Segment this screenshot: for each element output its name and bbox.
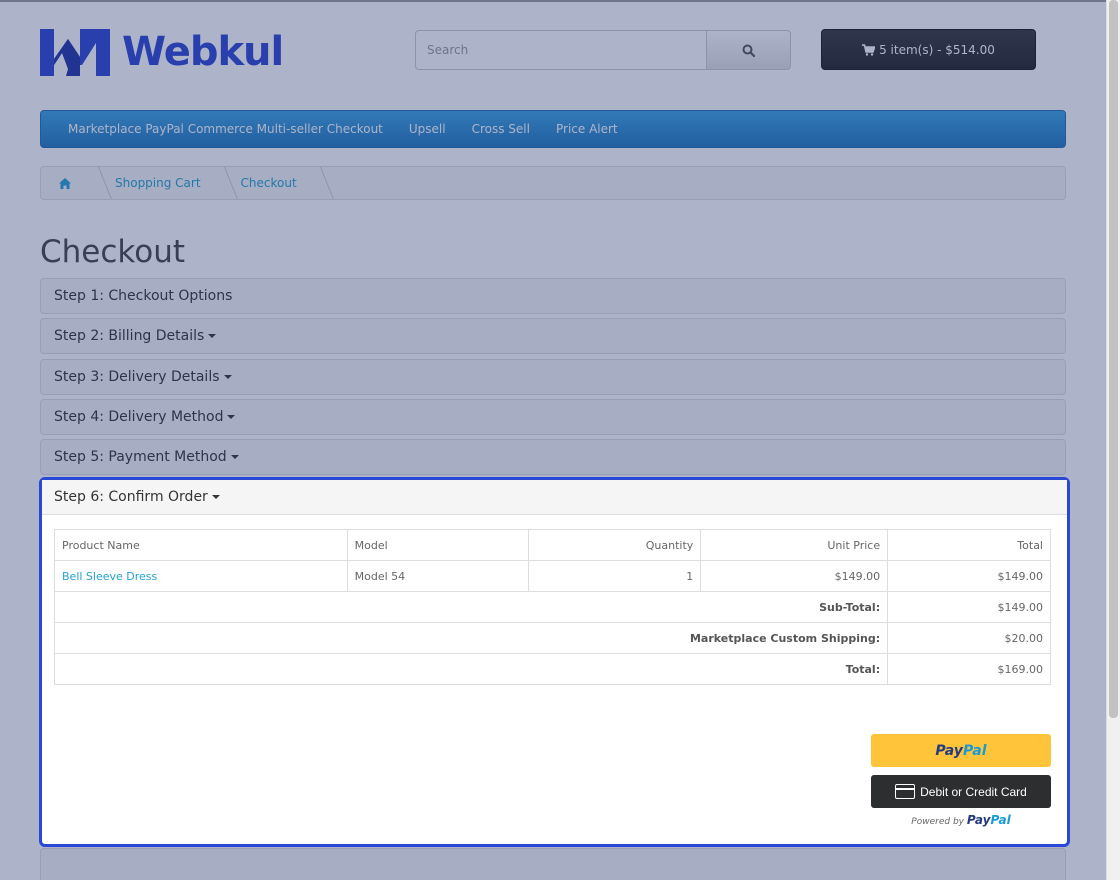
- total-label: Total:: [53, 653, 889, 685]
- step-3-label: Step 3: Delivery Details: [54, 369, 220, 385]
- step-1-label: Step 1: Checkout Options: [54, 288, 233, 304]
- search-button[interactable]: [706, 30, 791, 70]
- header-model: Model: [346, 529, 530, 561]
- product-quantity: 1: [528, 560, 702, 592]
- breadcrumb: Shopping Cart Checkout: [40, 166, 1066, 200]
- table-row: Bell Sleeve Dress Model 54 1 $149.00 $14…: [54, 560, 1051, 592]
- search-input[interactable]: [415, 30, 706, 70]
- caret-down-icon: [230, 455, 239, 459]
- breadcrumb-checkout[interactable]: Checkout: [225, 167, 321, 199]
- header-product-name: Product Name: [54, 529, 348, 561]
- shipping-label: Marketplace Custom Shipping:: [53, 622, 889, 654]
- webkul-logo-icon: [40, 28, 110, 76]
- paypal-logo-pal: Pal: [962, 742, 987, 759]
- search-icon: [742, 44, 755, 57]
- header-unit-price: Unit Price: [700, 529, 889, 561]
- paypal-button[interactable]: Pay Pal: [871, 734, 1051, 767]
- vertical-scrollbar[interactable]: [1106, 0, 1120, 880]
- step-4-label: Step 4: Delivery Method: [54, 409, 224, 425]
- subtotal-value: $149.00: [887, 591, 1051, 623]
- powered-by-text: Powered by: [911, 817, 964, 827]
- total-row: Total: $169.00: [53, 653, 1051, 685]
- scrollbar-thumb[interactable]: [1109, 0, 1118, 718]
- powered-logo-pay: Pay: [966, 813, 991, 827]
- product-link[interactable]: Bell Sleeve Dress: [62, 570, 157, 583]
- step-4-panel: Step 4: Delivery Method: [40, 399, 1066, 435]
- caret-down-icon: [211, 495, 220, 499]
- step-2-label: Step 2: Billing Details: [54, 328, 205, 344]
- page: Webkul 5 item(s) - $514.00 Marketplace P…: [0, 0, 1106, 880]
- subtotal-label: Sub-Total:: [53, 591, 889, 623]
- step-3-heading[interactable]: Step 3: Delivery Details: [41, 360, 1065, 394]
- step-1-panel: Step 1: Checkout Options: [40, 278, 1066, 314]
- step-2-heading[interactable]: Step 2: Billing Details: [41, 319, 1065, 353]
- caret-down-icon: [223, 375, 232, 379]
- store-logo[interactable]: Webkul: [40, 28, 284, 76]
- header-total: Total: [887, 529, 1051, 561]
- subtotal-row: Sub-Total: $149.00: [53, 591, 1051, 623]
- breadcrumb-shopping-cart[interactable]: Shopping Cart: [99, 167, 225, 199]
- product-model: Model 54: [346, 560, 530, 592]
- logo-text: Webkul: [122, 28, 284, 75]
- step-5-label: Step 5: Payment Method: [54, 449, 227, 465]
- menu-item-marketplace-paypal[interactable]: Marketplace PayPal Commerce Multi-seller…: [55, 122, 396, 136]
- home-icon: [59, 177, 71, 189]
- product-unit-price: $149.00: [700, 560, 889, 592]
- main-menu: Marketplace PayPal Commerce Multi-seller…: [40, 110, 1066, 148]
- credit-card-icon: [895, 784, 916, 799]
- order-table: Product Name Model Quantity Unit Price T…: [53, 529, 1051, 685]
- page-title: Checkout: [40, 234, 186, 270]
- header-quantity: Quantity: [528, 529, 702, 561]
- paypal-logo-pay: Pay: [935, 742, 963, 759]
- powered-logo-pal: Pal: [990, 813, 1011, 827]
- step-6-heading[interactable]: Step 6: Confirm Order: [42, 480, 1067, 515]
- breadcrumb-home[interactable]: [41, 167, 99, 199]
- product-total: $149.00: [887, 560, 1051, 592]
- cart-summary: 5 item(s) - $514.00: [879, 42, 995, 57]
- step-3-panel: Step 3: Delivery Details: [40, 359, 1066, 395]
- card-button-label: Debit or Credit Card: [920, 784, 1027, 799]
- step-6-panel: Step 6: Confirm Order Product Name Model…: [39, 477, 1070, 847]
- step-5-panel: Step 5: Payment Method: [40, 439, 1066, 475]
- menu-item-price-alert[interactable]: Price Alert: [543, 122, 631, 136]
- shipping-value: $20.00: [887, 622, 1051, 654]
- cart-button[interactable]: 5 item(s) - $514.00: [821, 29, 1036, 70]
- step-5-heading[interactable]: Step 5: Payment Method: [41, 440, 1065, 474]
- powered-by-paypal: Powered by PayPal: [871, 813, 1051, 827]
- step-1-heading[interactable]: Step 1: Checkout Options: [41, 279, 1065, 313]
- step-2-panel: Step 2: Billing Details: [40, 318, 1066, 354]
- step-4-heading[interactable]: Step 4: Delivery Method: [41, 400, 1065, 434]
- top-border: [0, 0, 1106, 2]
- table-header-row: Product Name Model Quantity Unit Price T…: [54, 529, 1051, 561]
- shopping-cart-icon: [862, 43, 876, 56]
- caret-down-icon: [227, 415, 236, 419]
- caret-down-icon: [208, 334, 217, 338]
- search-bar: [415, 30, 791, 70]
- bottom-panel: [40, 848, 1066, 880]
- step-6-label: Step 6: Confirm Order: [54, 489, 208, 505]
- menu-item-cross-sell[interactable]: Cross Sell: [459, 122, 543, 136]
- shipping-row: Marketplace Custom Shipping: $20.00: [53, 622, 1051, 654]
- total-value: $169.00: [887, 653, 1051, 685]
- debit-credit-card-button[interactable]: Debit or Credit Card: [871, 775, 1051, 808]
- menu-item-upsell[interactable]: Upsell: [396, 122, 459, 136]
